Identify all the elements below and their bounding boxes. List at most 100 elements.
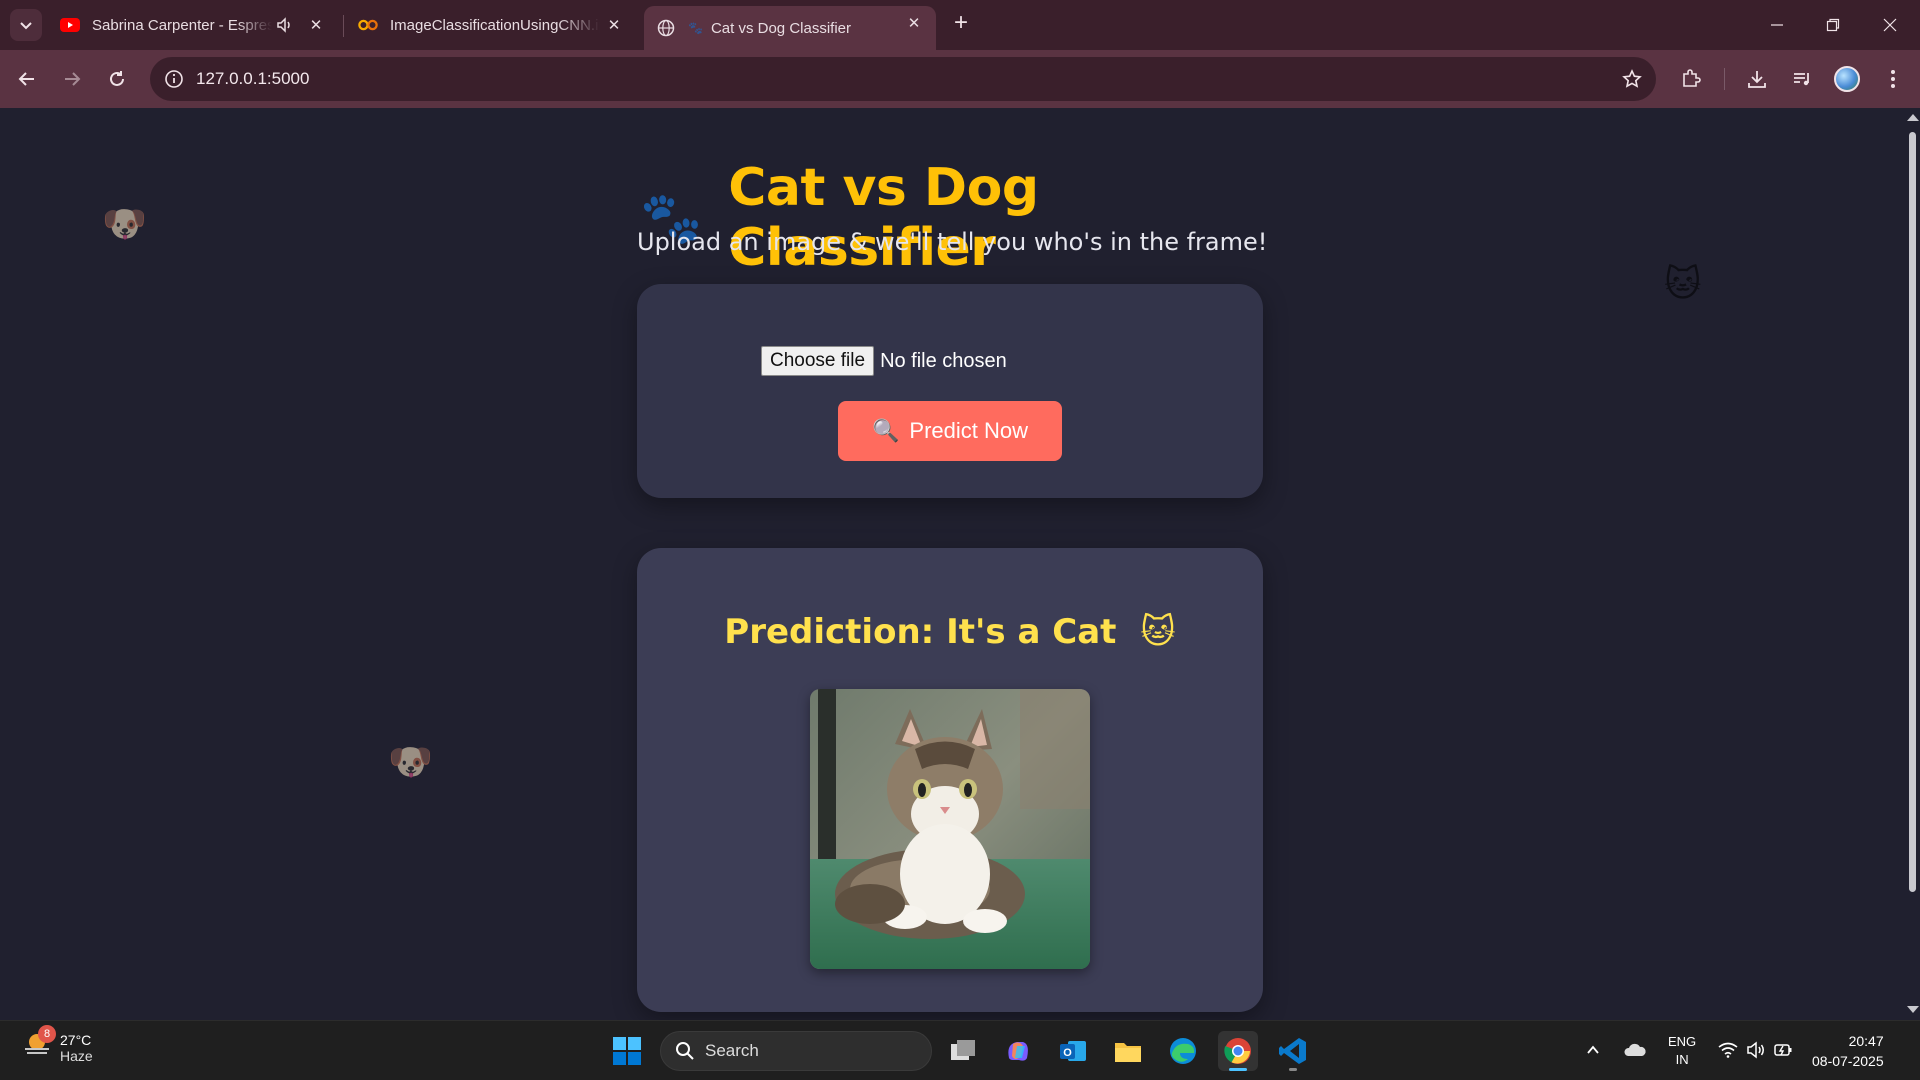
speaker-icon[interactable] (276, 16, 294, 38)
scroll-thumb[interactable] (1909, 132, 1916, 892)
youtube-icon (60, 15, 80, 35)
weather-badge: 8 (38, 1025, 56, 1043)
outlook-icon: O (1060, 1041, 1086, 1061)
region-code: IN (1675, 1052, 1689, 1067)
puzzle-icon (1683, 69, 1701, 87)
file-status-label: No file chosen (880, 349, 1007, 372)
scroll-down-icon[interactable] (1907, 1006, 1919, 1013)
onedrive-button[interactable] (1620, 1035, 1650, 1065)
outlook-button[interactable]: O (1053, 1031, 1093, 1071)
extensions-button[interactable] (1676, 64, 1706, 94)
battery-charging-icon (1774, 1044, 1792, 1056)
profile-avatar[interactable] (1834, 66, 1860, 92)
tab-title: ImageClassificationUsingCNN.ipynb (390, 16, 600, 34)
scroll-up-icon[interactable] (1907, 114, 1919, 121)
weather-icon: 8 (22, 1025, 56, 1066)
upload-card: Choose file No file chosen 🔍 Predict Now (637, 284, 1263, 498)
site-info-icon[interactable] (162, 67, 186, 91)
forward-button[interactable] (57, 64, 87, 94)
wifi-button[interactable] (1713, 1035, 1743, 1065)
toolbar-separator (1724, 68, 1725, 90)
floating-dog-emoji: 🐶 (102, 203, 147, 244)
floating-cat-emoji: 🐱 (1664, 263, 1702, 304)
prediction-text: Prediction: It's a Cat (724, 612, 1117, 652)
tray-overflow-button[interactable] (1578, 1035, 1608, 1065)
tab-title: Cat vs Dog Classifier (710, 19, 851, 37)
clock-date: 08-07-2025 (1812, 1053, 1884, 1069)
chrome-icon (1224, 1038, 1251, 1064)
minimize-icon (1771, 24, 1783, 26)
chrome-button[interactable] (1218, 1031, 1258, 1071)
arrow-right-icon (65, 72, 81, 86)
close-icon (1883, 18, 1897, 32)
vscode-button[interactable] (1273, 1031, 1313, 1071)
prediction-heading: Prediction: It's a Cat 🐱 (637, 612, 1263, 652)
tab-separator (343, 15, 344, 37)
tab-search-button[interactable] (10, 9, 42, 41)
task-view-button[interactable] (944, 1031, 984, 1071)
uploaded-cat-image (810, 689, 1090, 969)
active-indicator (1229, 1068, 1247, 1071)
open-indicator (1289, 1068, 1297, 1071)
floating-dog-emoji: 🐶 (388, 741, 433, 782)
page-title: 🐾 Cat vs Dog Classifier (640, 158, 1280, 278)
search-placeholder: Search (705, 1041, 759, 1060)
tab-strip: Sabrina Carpenter - Espresso ✕ ImageClas… (0, 0, 1920, 50)
restore-button[interactable] (1818, 10, 1848, 40)
copilot-icon (1008, 1042, 1028, 1061)
downloads-button[interactable] (1742, 64, 1772, 94)
weather-widget[interactable]: 8 27°C Haze (22, 1025, 93, 1066)
tab-cat-vs-dog[interactable]: 🐾 Cat vs Dog Classifier ✕ (644, 6, 936, 50)
chevron-down-icon (20, 22, 32, 30)
cloud-icon (1624, 1043, 1646, 1056)
start-button[interactable] (607, 1031, 647, 1071)
predict-button-label: Predict Now (909, 418, 1028, 443)
result-card: Prediction: It's a Cat 🐱 (637, 548, 1263, 1012)
copilot-button[interactable] (998, 1031, 1038, 1071)
page-heading: Cat vs Dog Classifier (728, 158, 1039, 278)
close-tab-icon[interactable]: ✕ (904, 13, 924, 33)
volume-button[interactable] (1741, 1035, 1771, 1065)
choose-file-button[interactable]: Choose file (761, 346, 875, 376)
language-code: ENG (1668, 1034, 1697, 1049)
predict-button[interactable]: 🔍 Predict Now (838, 401, 1062, 461)
media-queue-icon (1794, 73, 1809, 86)
back-button[interactable] (12, 64, 42, 94)
close-tab-icon[interactable]: ✕ (604, 15, 624, 35)
url-text[interactable]: 127.0.0.1:5000 (196, 69, 309, 89)
close-tab-icon[interactable]: ✕ (306, 15, 326, 35)
download-icon (1748, 71, 1766, 88)
more-vert-icon (1891, 70, 1895, 88)
system-clock[interactable]: 20:47 08-07-2025 (1812, 1031, 1884, 1071)
minimize-button[interactable] (1762, 10, 1792, 40)
tab-youtube[interactable]: Sabrina Carpenter - Espresso ✕ (48, 8, 338, 42)
menu-button[interactable] (1878, 64, 1908, 94)
close-window-button[interactable] (1875, 10, 1905, 40)
file-input[interactable]: Choose file No file chosen (761, 346, 1007, 376)
windows-taskbar: 8 27°C Haze Search O ENG IN 20:47 08-07-… (0, 1020, 1920, 1080)
reload-button[interactable] (102, 64, 132, 94)
browser-toolbar: 127.0.0.1:5000 (0, 50, 1920, 108)
search-icon (676, 1042, 694, 1060)
speaker-icon (1747, 1041, 1764, 1059)
vscode-icon (1279, 1038, 1306, 1064)
page-viewport: 🐶 🐱 🐶 🐾 Cat vs Dog Classifier Upload an … (0, 108, 1904, 1020)
taskbar-search[interactable]: Search (660, 1031, 932, 1071)
address-bar[interactable]: 127.0.0.1:5000 (150, 57, 1656, 101)
edge-button[interactable] (1163, 1031, 1203, 1071)
tab-colab[interactable]: ImageClassificationUsingCNN.ipynb ✕ (346, 8, 636, 42)
new-tab-button[interactable]: + (948, 11, 974, 37)
paw-icon: 🐾 (688, 21, 703, 35)
restore-icon (1826, 18, 1840, 32)
bookmark-star-icon[interactable] (1620, 67, 1644, 91)
media-controls-button[interactable] (1787, 64, 1817, 94)
cat-face-icon: 🐱 (1140, 612, 1176, 652)
edge-icon (1170, 1038, 1196, 1064)
battery-button[interactable] (1769, 1035, 1799, 1065)
windows-logo-icon (613, 1037, 641, 1065)
svg-text:O: O (1063, 1047, 1072, 1059)
file-explorer-button[interactable] (1108, 1031, 1148, 1071)
page-scrollbar[interactable] (1904, 108, 1920, 1020)
page-subtitle: Upload an image & we'll tell you who's i… (637, 228, 1268, 256)
language-indicator[interactable]: ENG IN (1668, 1033, 1696, 1069)
